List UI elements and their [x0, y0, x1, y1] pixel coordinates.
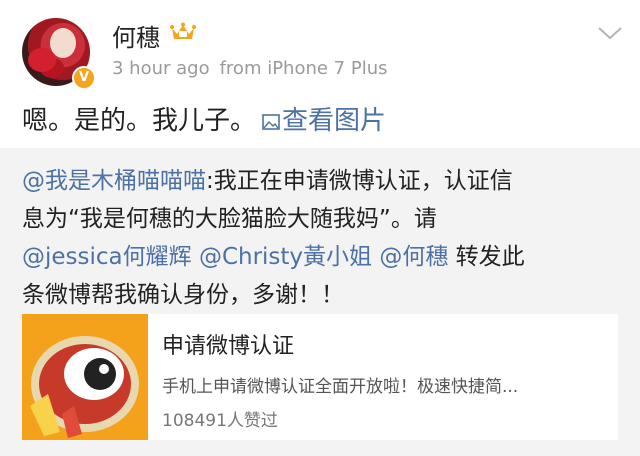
post-time: 3 hour ago	[112, 58, 210, 79]
post-text: 嗯。是的。我儿子。	[22, 106, 257, 136]
card-description: 手机上申请微博认证全面开放啦！极速快捷简...	[162, 377, 519, 397]
repost-text: @我是木桶喵喵喵:我正在申请微博认证，认证信 息为“我是何穗的大脸猫脸大随我妈”…	[22, 162, 622, 314]
mention-original-author[interactable]: @我是木桶喵喵喵	[22, 168, 206, 194]
post-content: 嗯。是的。我儿子。 查看图片	[22, 100, 386, 137]
link-card[interactable]: 申请微博认证 手机上申请微博认证全面开放啦！极速快捷简... 108491人赞过	[22, 314, 618, 440]
repost-block[interactable]: @我是木桶喵喵喵:我正在申请微博认证，认证信 息为“我是何穗的大脸猫脸大随我妈”…	[0, 148, 640, 456]
card-thumbnail	[22, 314, 148, 440]
mention-hesui[interactable]: @何穗	[379, 244, 448, 270]
mention-christy[interactable]: @Christy黃小姐	[199, 244, 372, 270]
card-likes: 108491人赞过	[162, 411, 278, 431]
post-source[interactable]: from iPhone 7 Plus	[220, 58, 388, 79]
card-title: 申请微博认证	[162, 334, 295, 359]
post-header: V 何穗 3 hour ago from iPhone 7 Plus	[0, 0, 640, 92]
mention-jessica[interactable]: @jessica何耀辉	[22, 244, 192, 270]
repost-line4: 条微博帮我确认身份，多谢！！	[22, 282, 344, 308]
repost-line3: 转发此	[448, 244, 525, 270]
repost-line1: :我正在申请微博认证，认证信	[206, 168, 513, 194]
verified-badge-icon: V	[72, 66, 96, 90]
repost-line2: 息为“我是何穗的大脸猫脸大随我妈”。请	[22, 206, 437, 232]
avatar-flower	[28, 48, 56, 72]
chevron-down-icon[interactable]	[596, 24, 624, 42]
post-meta: 3 hour ago from iPhone 7 Plus	[112, 58, 388, 79]
weibo-mascot-icon	[22, 314, 148, 440]
author-name[interactable]: 何穗	[112, 18, 160, 53]
crown-icon	[170, 22, 196, 39]
view-picture-label: 查看图片	[282, 106, 387, 136]
picture-icon	[262, 113, 280, 130]
view-picture-link[interactable]: 查看图片	[262, 106, 386, 136]
